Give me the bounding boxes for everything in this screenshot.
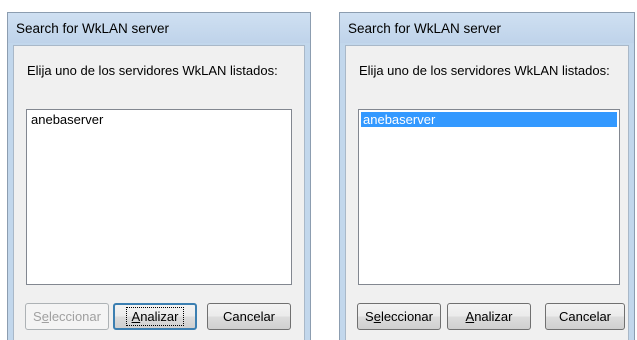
instruction-label: Elija uno de los servidores WkLAN listad… (359, 63, 610, 78)
select-button[interactable]: Seleccionar (25, 303, 109, 330)
select-button[interactable]: Seleccionar (357, 303, 441, 330)
server-list-item[interactable]: anebaserver (29, 112, 289, 127)
instruction-label: Elija uno de los servidores WkLAN listad… (27, 63, 278, 78)
focus-rectangle: Analizar (125, 307, 185, 326)
server-list-item-selected[interactable]: anebaserver (361, 112, 617, 127)
scan-button[interactable]: Analizar (447, 303, 531, 330)
server-search-dialog-right: Search for WkLAN server Elija uno de los… (339, 12, 635, 340)
dialog-client-area: Elija uno de los servidores WkLAN listad… (345, 45, 629, 340)
dialog-title: Search for WkLAN server (8, 13, 310, 43)
cancel-button[interactable]: Cancelar (207, 303, 291, 330)
server-listbox[interactable]: anebaserver (358, 109, 620, 285)
dialog-client-area: Elija uno de los servidores WkLAN listad… (13, 45, 305, 340)
server-listbox[interactable]: anebaserver (26, 109, 292, 285)
dialog-title: Search for WkLAN server (340, 13, 634, 43)
server-search-dialog-left: Search for WkLAN server Elija uno de los… (7, 12, 311, 340)
cancel-button[interactable]: Cancelar (545, 303, 625, 330)
scan-button[interactable]: Analizar (113, 303, 197, 330)
